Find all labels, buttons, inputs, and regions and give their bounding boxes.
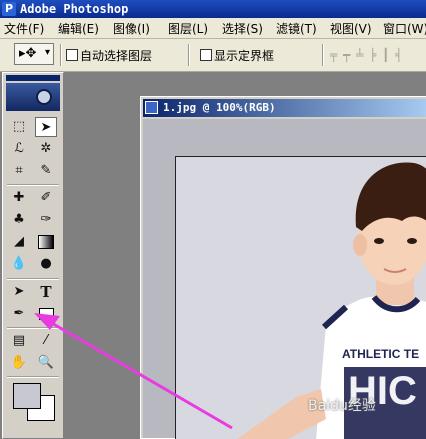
toolbox-divider — [7, 376, 59, 378]
eye-icon — [36, 89, 52, 105]
menu-bar: 文件(F) 编辑(E) 图像(I) 图层(L) 选择(S) 滤镜(T) 视图(V… — [0, 18, 426, 39]
dodge-tool[interactable]: ● — [35, 254, 57, 274]
marquee-icon: ⬚ — [12, 119, 26, 134]
magic-wand-tool[interactable]: ✲ — [35, 139, 57, 159]
canvas-photo[interactable]: ATHLETIC TE HIC Baidu经验 — [175, 156, 426, 439]
document-icon — [145, 101, 158, 114]
auto-select-layer-checkbox[interactable] — [66, 49, 78, 61]
align-buttons-disabled: ╤ ┯ ╧ ╞ ┃ ╡ — [330, 48, 404, 62]
eyedropper-icon: ⁄ — [44, 333, 48, 348]
slice-icon: ✎ — [40, 163, 52, 178]
magic-wand-icon: ✲ — [40, 141, 52, 156]
healing-brush-tool[interactable]: ✚ — [8, 188, 30, 208]
toolbox-divider — [7, 327, 59, 329]
stamp-icon: ♣ — [13, 212, 25, 227]
brush-icon: ✐ — [40, 190, 52, 205]
blur-tool[interactable]: 💧 — [8, 254, 30, 274]
crop-tool[interactable]: ⌗ — [8, 161, 30, 181]
pen-icon: ✒ — [13, 306, 25, 321]
marquee-tool[interactable]: ⬚ — [8, 117, 30, 137]
eraser-tool[interactable]: ◢ — [8, 232, 30, 252]
history-brush-icon: ✑ — [40, 212, 52, 227]
crop-icon: ⌗ — [15, 163, 23, 178]
zoom-tool[interactable]: 🔍 — [35, 353, 57, 373]
menu-filter[interactable]: 滤镜(T) — [276, 20, 317, 37]
menu-layer[interactable]: 图层(L) — [168, 20, 208, 37]
hand-tool[interactable]: ✋ — [8, 353, 30, 373]
tool-preset-picker[interactable]: ▸✥ ▾ — [14, 43, 54, 65]
shirt-print-text: ATHLETIC TE — [342, 347, 420, 361]
path-selection-tool[interactable]: ➤ — [8, 282, 30, 302]
document-title: 1.jpg @ 100%(RGB) — [163, 101, 276, 114]
type-tool[interactable]: T — [35, 282, 57, 302]
menu-file[interactable]: 文件(F) — [4, 20, 44, 37]
toolbox-title-bar — [6, 75, 60, 81]
type-icon: T — [40, 283, 52, 301]
auto-select-layer-label: 自动选择图层 — [80, 49, 153, 63]
lasso-tool[interactable]: ℒ — [8, 139, 30, 159]
hand-icon: ✋ — [10, 355, 28, 370]
menu-window[interactable]: 窗口(W) — [383, 20, 426, 37]
gradient-icon — [38, 234, 54, 249]
zoom-icon: 🔍 — [37, 355, 55, 370]
notes-tool[interactable]: ▤ — [8, 331, 30, 351]
lasso-icon: ℒ — [14, 141, 24, 156]
options-bar: ▸✥ ▾ 自动选择图层 显示定界框 ╤ ┯ ╧ ╞ ┃ ╡ — [0, 39, 426, 72]
chevron-down-icon: ▾ — [44, 47, 50, 58]
toolbox: ⬚ ➤ ℒ ✲ ⌗ ✎ ✚ ✐ ♣ ✑ ◢ 💧 ● ➤ T ✒ ▤ ⁄ ✋ 🔍 — [2, 72, 64, 439]
move-icon: ▸✥ — [19, 46, 37, 61]
eraser-icon: ◢ — [14, 234, 24, 249]
options-divider — [60, 44, 62, 66]
baidu-watermark: Baidu经验 — [308, 398, 376, 414]
shape-tool[interactable] — [35, 304, 57, 324]
healing-icon: ✚ — [13, 190, 25, 205]
brush-tool[interactable]: ✐ — [35, 188, 57, 208]
history-brush-tool[interactable]: ✑ — [35, 210, 57, 230]
app-title-bar: P Adobe Photoshop — [0, 0, 426, 18]
app-title: Adobe Photoshop — [20, 2, 129, 16]
gradient-tool[interactable] — [35, 232, 57, 252]
move-icon: ➤ — [40, 120, 52, 135]
dodge-icon: ● — [40, 256, 52, 271]
path-select-icon: ➤ — [13, 284, 25, 299]
options-divider — [322, 44, 324, 66]
toolbox-divider — [7, 278, 59, 280]
menu-image[interactable]: 图像(I) — [113, 20, 150, 37]
show-bounding-box-label: 显示定界框 — [214, 49, 275, 63]
photoshop-app-icon: P — [2, 2, 16, 16]
move-tool[interactable]: ➤ — [35, 117, 57, 137]
menu-view[interactable]: 视图(V) — [330, 20, 372, 37]
clone-stamp-tool[interactable]: ♣ — [8, 210, 30, 230]
document-title-bar[interactable]: 1.jpg @ 100%(RGB) — [143, 99, 426, 117]
notes-icon: ▤ — [12, 333, 26, 348]
menu-edit[interactable]: 编辑(E) — [58, 20, 99, 37]
pen-tool[interactable]: ✒ — [8, 304, 30, 324]
menu-select[interactable]: 选择(S) — [222, 20, 263, 37]
adobe-online-logo[interactable] — [6, 83, 60, 111]
foreground-color-swatch[interactable] — [13, 383, 41, 409]
blur-icon: 💧 — [10, 256, 28, 271]
toolbox-divider — [7, 184, 59, 186]
show-bounding-box-checkbox[interactable] — [200, 49, 212, 61]
eyedropper-tool[interactable]: ⁄ — [35, 331, 57, 351]
slice-tool[interactable]: ✎ — [35, 161, 57, 181]
shape-icon — [38, 307, 54, 320]
options-divider — [188, 44, 190, 66]
